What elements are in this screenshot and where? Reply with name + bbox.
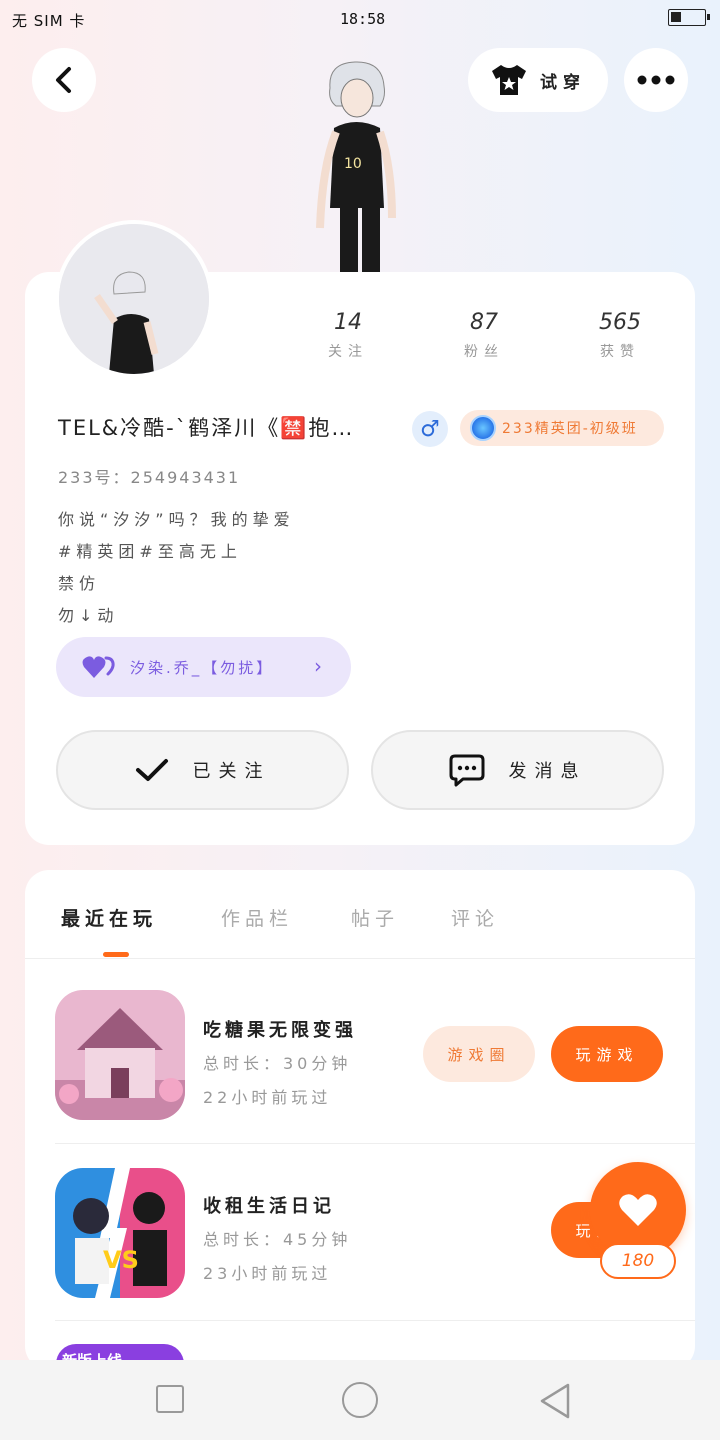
bio-line: 禁仿: [58, 574, 101, 593]
chevron-left-icon: [56, 67, 71, 93]
account-id: 233号：254943431: [58, 468, 241, 487]
stat-likes[interactable]: 565 获赞: [570, 310, 670, 361]
tab-posts[interactable]: 帖子: [351, 904, 399, 931]
gender-male-icon: ♂: [412, 411, 448, 447]
team-badge-label: 233精英团-初级班: [502, 421, 638, 437]
bio: 你说“汐汐”吗？我的挚爱 #精英团#至高无上 禁仿 勿↓动: [58, 504, 295, 632]
carrier-text: 无 SIM 卡: [12, 12, 86, 30]
bio-line: 你说“汐汐”吗？我的挚爱: [58, 510, 295, 529]
status-bar: 无 SIM 卡 18:58: [0, 0, 720, 40]
heart-icon: [619, 1194, 657, 1226]
team-badge[interactable]: 233精英团-初级班: [460, 410, 664, 446]
recents-icon[interactable]: [156, 1385, 184, 1413]
tab-recent-play[interactable]: 最近在玩: [61, 904, 157, 931]
more-button[interactable]: [624, 48, 688, 112]
stat-fans-label: 粉丝: [464, 344, 504, 360]
battery-icon: [668, 9, 710, 26]
play-game-button[interactable]: 玩游戏: [551, 1026, 663, 1082]
chat-bubble-icon: [449, 754, 484, 787]
home-icon[interactable]: [342, 1382, 378, 1418]
game-title: 吃糖果无限变强: [203, 1020, 357, 1041]
divider: [55, 1320, 695, 1321]
followed-button[interactable]: 已关注: [56, 730, 349, 810]
chevron-right-icon: ›: [314, 654, 325, 678]
fan-group-tag[interactable]: 汐染.乔_【勿扰】 ›: [56, 637, 351, 697]
list-item[interactable]: 吃糖果无限变强 总时长：30分钟 22小时前玩过 游戏圈 玩游戏: [55, 990, 695, 1166]
stat-likes-value: 565: [599, 310, 641, 335]
followed-label: 已关注: [192, 761, 271, 782]
tab-comments[interactable]: 评论: [451, 904, 499, 931]
bio-line: #精英团#至高无上: [58, 542, 242, 561]
like-count: 180: [600, 1243, 676, 1279]
game-last-played: 23小时前玩过: [203, 1264, 332, 1283]
stat-following[interactable]: 14 关注: [298, 310, 398, 361]
stat-following-label: 关注: [328, 344, 368, 360]
avatar[interactable]: [55, 220, 213, 378]
shirt-icon: [492, 65, 526, 95]
back-button[interactable]: [32, 48, 96, 112]
message-label: 发消息: [508, 761, 587, 782]
game-icon: VS: [55, 1168, 185, 1298]
game-title: 收租生活日记: [203, 1196, 335, 1217]
message-button[interactable]: 发消息: [371, 730, 664, 810]
try-on-label: 试穿: [540, 72, 586, 93]
game-last-played: 22小时前玩过: [203, 1088, 332, 1107]
active-tab-indicator: [103, 952, 129, 957]
stat-fans-value: 87: [470, 310, 498, 335]
stat-fans[interactable]: 87 粉丝: [434, 310, 534, 361]
avatar-image: [59, 224, 209, 374]
svg-text:VS: VS: [103, 1246, 139, 1274]
tab-works[interactable]: 作品栏: [221, 904, 293, 931]
character-figure[interactable]: 10: [300, 58, 420, 272]
try-on-button[interactable]: 试穿: [468, 48, 608, 112]
more-dots-icon: [637, 75, 675, 85]
bio-line: 勿↓动: [58, 606, 119, 625]
content-card: 最近在玩 作品栏 帖子 评论 吃糖果无限变强 总时长：30分钟 22小时前玩过 …: [25, 870, 695, 1370]
svg-text:10: 10: [344, 156, 362, 172]
game-duration: 总时长：30分钟: [203, 1054, 352, 1073]
back-triangle-icon[interactable]: [538, 1382, 572, 1420]
game-icon: [55, 990, 185, 1120]
fan-group-label: 汐染.乔_【勿扰】: [130, 658, 275, 677]
system-nav-bar: [0, 1360, 720, 1440]
badge-icon: [470, 415, 496, 441]
game-duration: 总时长：45分钟: [203, 1230, 352, 1249]
check-icon: [135, 759, 168, 781]
game-circle-button[interactable]: 游戏圈: [423, 1026, 535, 1082]
hearts-icon: [82, 656, 115, 678]
status-time: 18:58: [340, 10, 386, 28]
stat-likes-label: 获赞: [600, 344, 640, 360]
profile-name: TEL&冷酷-`鹤泽川《🈲抱…: [58, 416, 355, 440]
stat-following-value: 14: [334, 310, 362, 335]
divider: [25, 958, 695, 959]
